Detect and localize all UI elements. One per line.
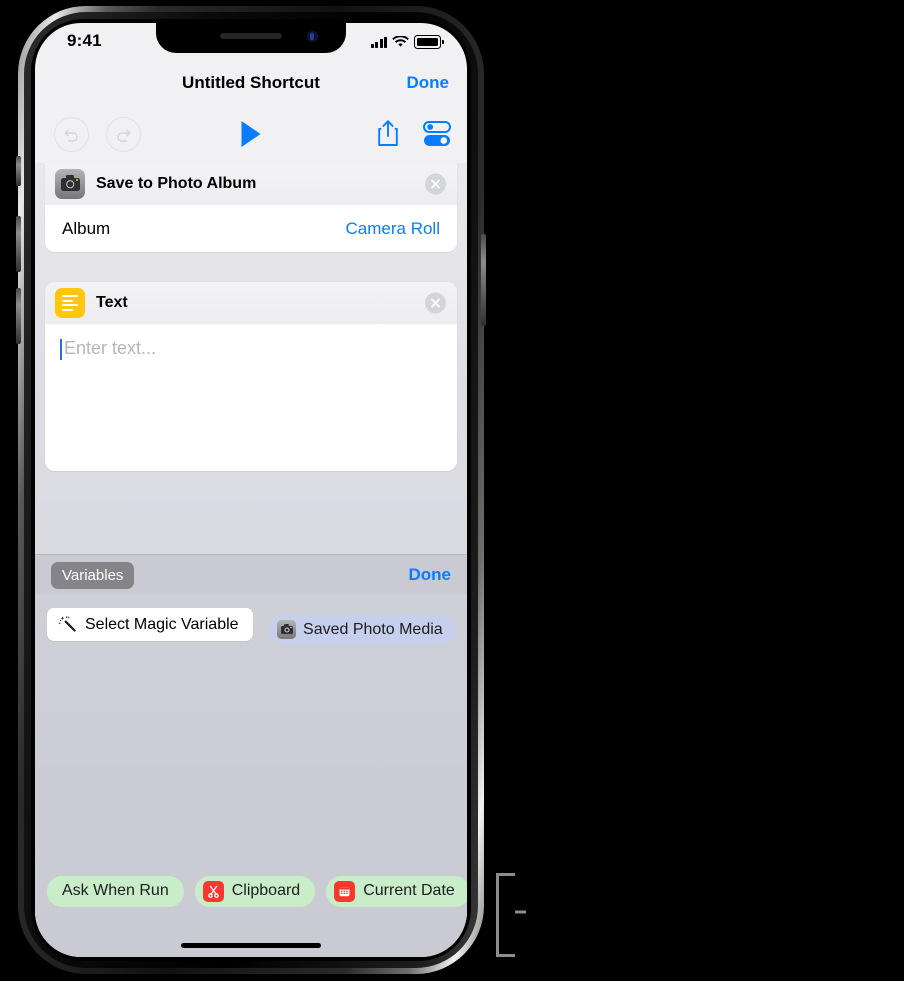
text-caret xyxy=(60,339,62,360)
earpiece-speaker xyxy=(220,33,282,39)
status-time: 9:41 xyxy=(67,31,102,50)
variables-done-button[interactable]: Done xyxy=(409,565,452,585)
silent-switch-button[interactable] xyxy=(16,156,21,186)
run-shortcut-button[interactable] xyxy=(241,121,261,147)
status-indicators xyxy=(370,35,444,49)
cellular-bars-icon xyxy=(370,36,387,48)
action-card-text[interactable]: Text Enter text... xyxy=(45,282,457,471)
scissors-icon xyxy=(202,880,224,902)
action-header[interactable]: Text xyxy=(45,282,457,324)
suggestion-chip-ask-when-run[interactable]: Ask When Run xyxy=(47,875,184,907)
share-button[interactable] xyxy=(377,119,399,152)
variable-suggestion-bar: Ask When Run Clipboard Current Date xyxy=(35,867,467,915)
volume-up-button[interactable] xyxy=(16,216,21,272)
close-circle-icon[interactable] xyxy=(425,292,446,314)
home-indicator[interactable] xyxy=(181,943,321,948)
undo-button[interactable] xyxy=(54,117,89,152)
suggestion-label: Ask When Run xyxy=(62,882,169,899)
magic-wand-icon xyxy=(58,616,76,632)
variables-accessory-bar: Variables Done xyxy=(35,554,467,596)
shortcut-settings-button[interactable] xyxy=(423,121,451,152)
magic-variable-saved-photo-media[interactable]: Saved Photo Media xyxy=(269,615,457,645)
battery-icon xyxy=(414,35,444,49)
camera-icon xyxy=(277,620,297,640)
bracket-tick xyxy=(515,910,526,914)
redo-icon xyxy=(117,129,131,142)
card-spacer xyxy=(35,252,467,282)
magic-variable-label: Saved Photo Media xyxy=(303,620,443,638)
parameter-value[interactable]: Camera Roll xyxy=(346,219,440,239)
page-title: Untitled Shortcut xyxy=(182,73,320,92)
editor-toolbar xyxy=(35,107,467,163)
close-circle-icon[interactable] xyxy=(425,173,446,195)
settings-sliders-icon xyxy=(423,121,451,146)
redo-button[interactable] xyxy=(106,117,141,152)
select-magic-variable-button[interactable]: Select Magic Variable xyxy=(47,608,253,641)
device-screen: 9:41 Untitled Shortcut Done Save to Phot… xyxy=(35,23,467,957)
shortcut-editor-content: Save to Photo Album Album Camera Roll Te… xyxy=(35,163,467,957)
text-placeholder: Enter text... xyxy=(64,338,157,358)
wifi-icon xyxy=(392,36,409,47)
iphone-device: 9:41 Untitled Shortcut Done Save to Phot… xyxy=(16,6,486,974)
text-input-field[interactable]: Enter text... xyxy=(45,324,457,471)
bracket-shape xyxy=(496,873,515,957)
volume-down-button[interactable] xyxy=(16,288,21,344)
action-parameter-album[interactable]: Album Camera Roll xyxy=(45,205,457,252)
power-button[interactable] xyxy=(481,234,486,326)
navigation-bar: Untitled Shortcut Done xyxy=(35,63,467,107)
suggestion-chip-clipboard[interactable]: Clipboard xyxy=(194,875,316,907)
suggestion-label: Current Date xyxy=(363,882,455,899)
action-title: Text xyxy=(96,294,128,311)
action-card-save-to-photo-album[interactable]: Save to Photo Album Album Camera Roll xyxy=(45,163,457,252)
camera-icon xyxy=(55,169,85,199)
nav-done-button[interactable]: Done xyxy=(407,73,450,93)
select-magic-variable-label: Select Magic Variable xyxy=(85,615,239,633)
notch xyxy=(156,23,346,53)
suggestion-chip-current-date[interactable]: Current Date xyxy=(326,875,467,907)
action-title: Save to Photo Album xyxy=(96,175,257,192)
calendar-icon xyxy=(334,880,356,902)
undo-icon xyxy=(64,129,78,142)
share-icon xyxy=(378,120,398,146)
variables-toggle-button[interactable]: Variables xyxy=(51,561,135,589)
text-lines-icon xyxy=(55,288,85,318)
callout-bracket xyxy=(489,873,526,957)
front-camera-icon xyxy=(307,31,318,42)
action-header[interactable]: Save to Photo Album xyxy=(45,163,457,205)
suggestion-label: Clipboard xyxy=(231,882,301,899)
parameter-label: Album xyxy=(62,218,111,238)
